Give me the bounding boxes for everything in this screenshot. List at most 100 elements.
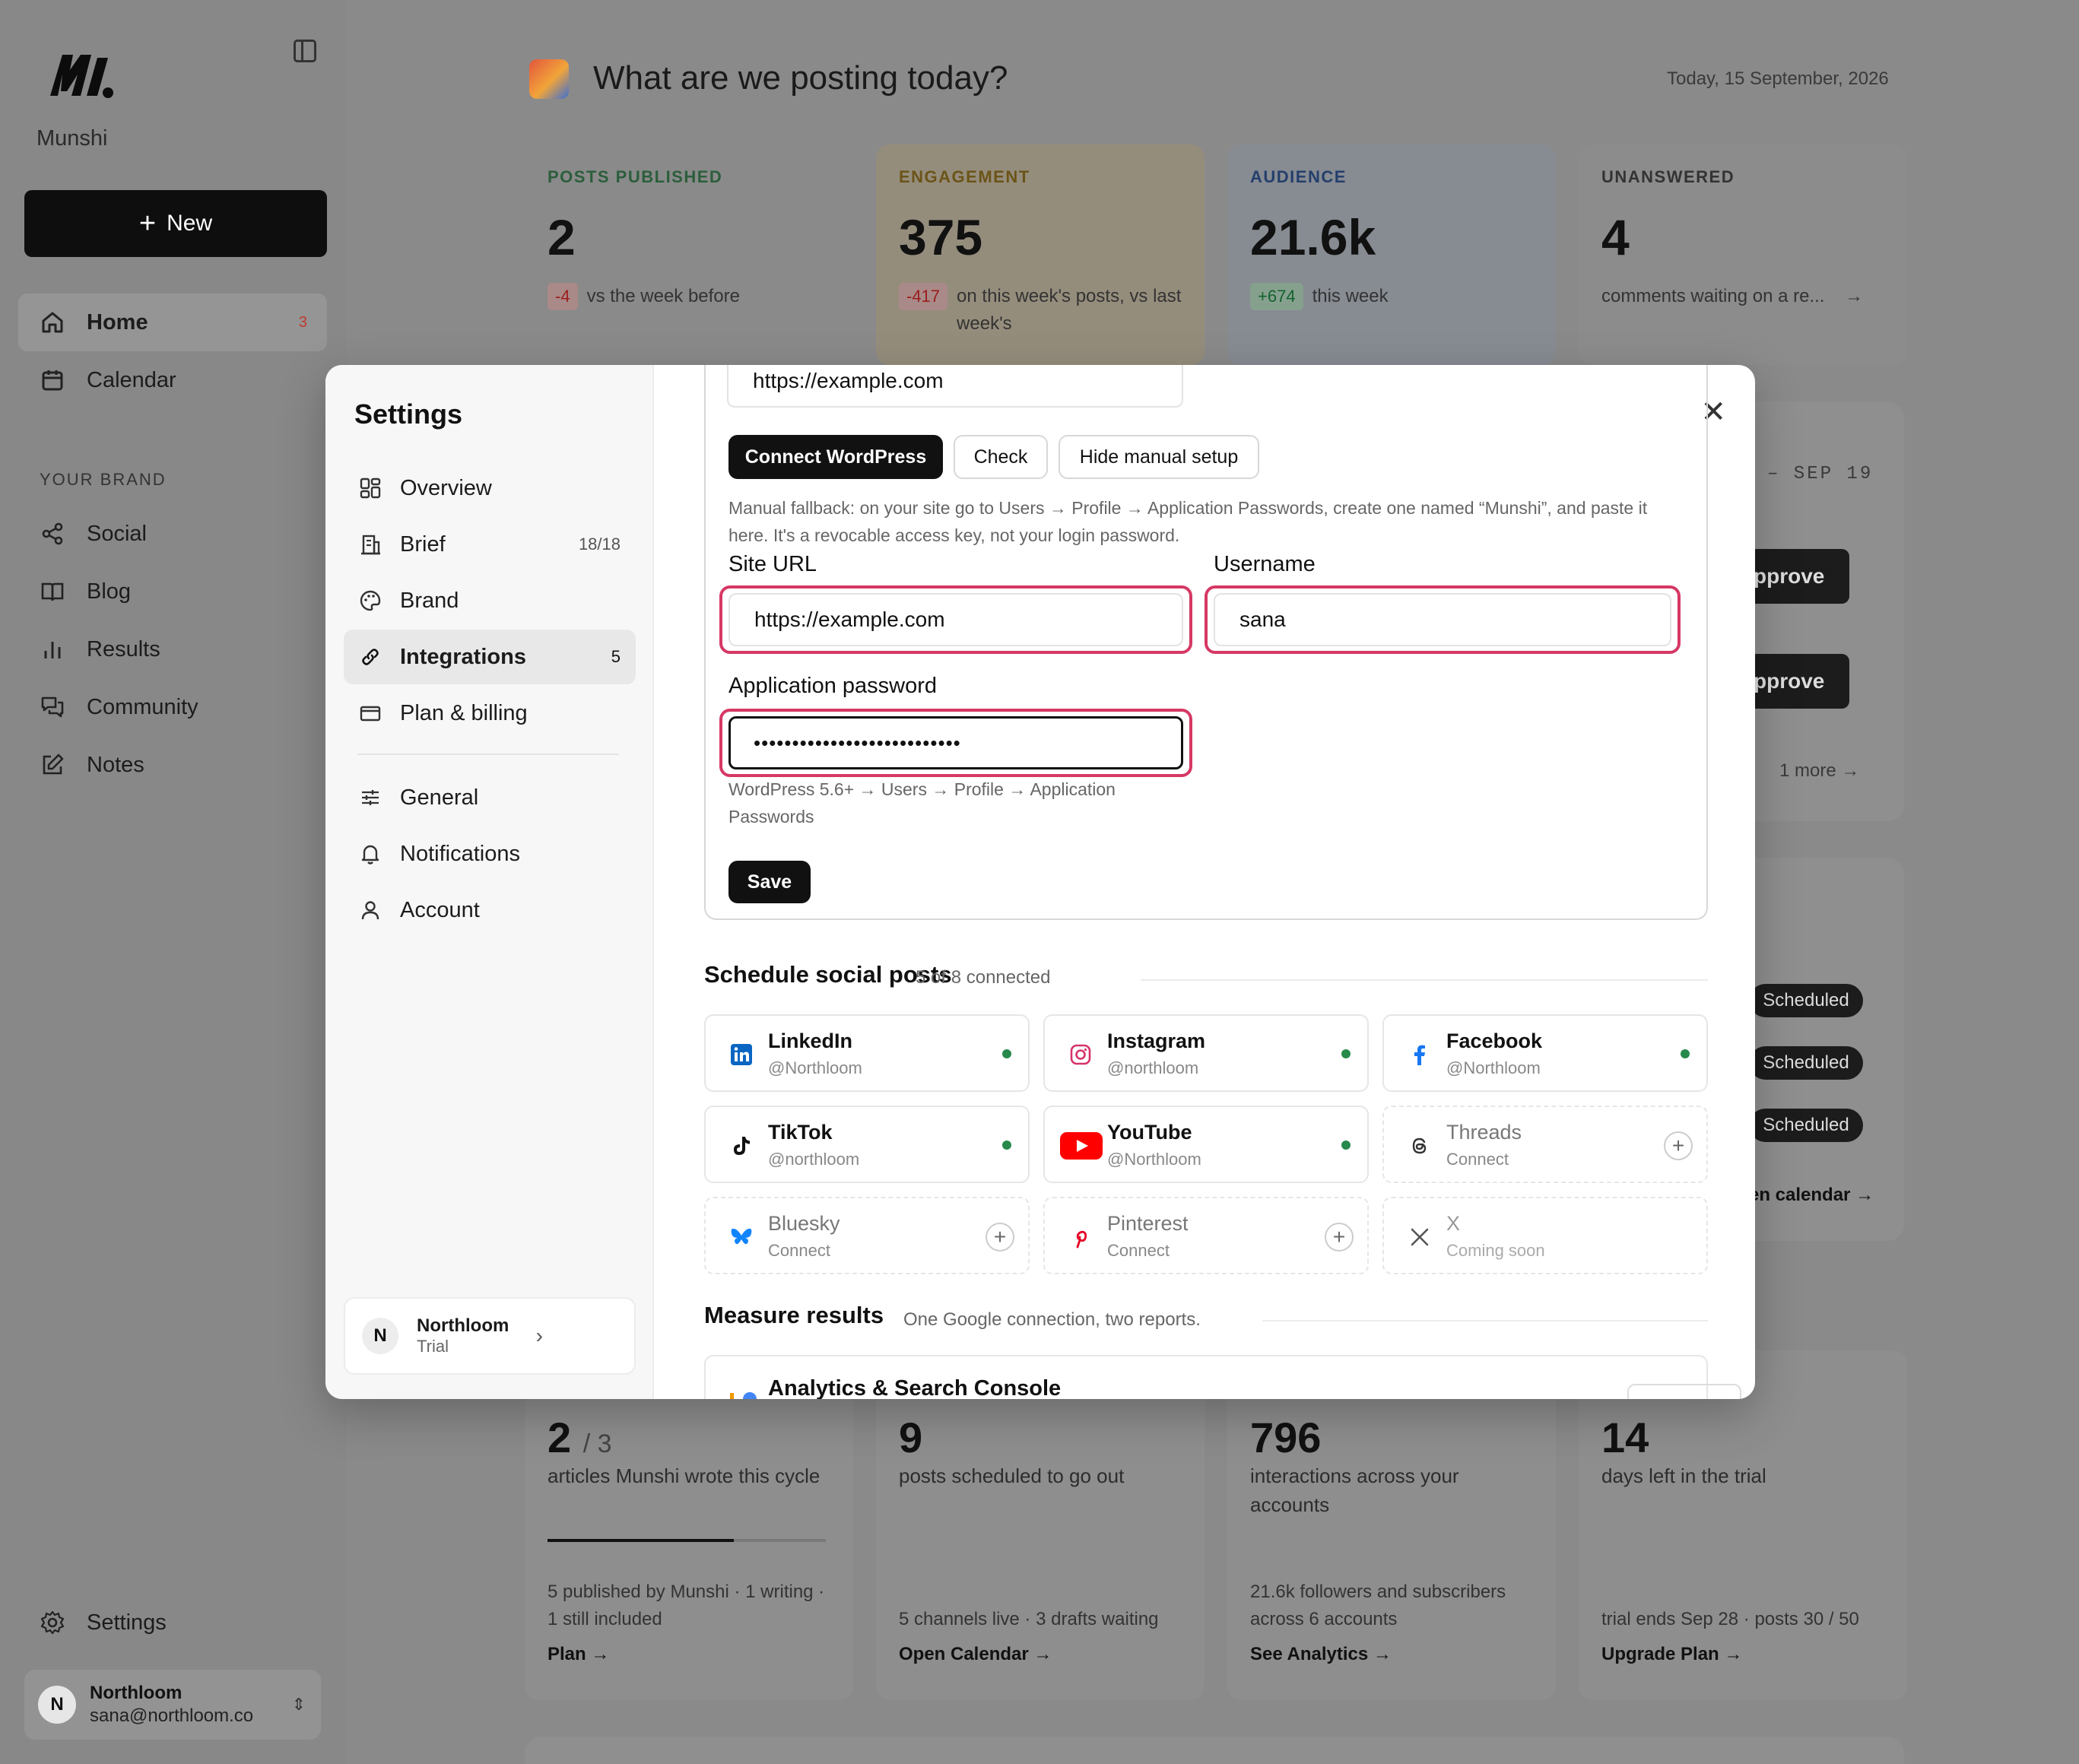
social-connected-count: 5 of 8 connected (916, 967, 1051, 988)
username-input[interactable]: sana (1214, 593, 1671, 646)
open-calendar-link[interactable]: Open Calendar → (899, 1644, 1052, 1665)
workspace-name: Northloom (417, 1315, 509, 1336)
sidebar-item-community[interactable]: Community (18, 678, 327, 736)
sidebar-item-label: Social (87, 521, 147, 546)
stat-note: this week (1312, 286, 1389, 306)
upgrade-plan-link[interactable]: Upgrade Plan → (1601, 1644, 1742, 1665)
integration-instagram[interactable]: Instagram @northloom (1043, 1014, 1369, 1092)
approve-button[interactable]: pprove (1749, 549, 1849, 604)
tiktok-icon (725, 1130, 757, 1162)
plus-icon[interactable]: + (1664, 1131, 1693, 1160)
today-date: Today, 15 September, 2026 (1667, 68, 1889, 89)
stat-card-posts-published: POSTS PUBLISHED 2 -4 vs the week before (525, 144, 853, 365)
sidebar-item-blog[interactable]: Blog (18, 563, 327, 620)
site-url-input[interactable]: https://example.com (728, 593, 1183, 646)
bell-icon (357, 841, 383, 867)
integration-tiktok[interactable]: TikTok @northloom (704, 1106, 1030, 1183)
sidebar-item-calendar[interactable]: Calendar (18, 351, 327, 409)
sidebar-item-social[interactable]: Social (18, 505, 327, 563)
account-switcher[interactable]: N Northloom sana@northloom.co ⇕ (24, 1670, 321, 1740)
home-icon (40, 309, 65, 335)
stat-card-unanswered[interactable]: UNANSWERED 4 comments waiting on a re...… (1579, 144, 1907, 365)
integration-linkedin[interactable]: LinkedIn @Northloom (704, 1014, 1030, 1092)
instagram-icon (1065, 1039, 1097, 1071)
settings-nav-brief[interactable]: Brief 18/18 (344, 517, 636, 572)
workspace-switcher[interactable]: N Northloom Trial › (344, 1297, 636, 1375)
sidebar-item-settings[interactable]: Settings (18, 1594, 327, 1651)
stat-note: comments waiting on a re... (1601, 286, 1825, 306)
chat-bubbles-icon (40, 694, 65, 720)
app-sidebar: Munshi + New Home 3 Calendar YOUR BRAND … (0, 0, 347, 1764)
settings-nav-brand[interactable]: Brand (344, 573, 636, 628)
stat-value: 4 (1601, 209, 1630, 265)
settings-nav-plan-billing[interactable]: Plan & billing (344, 686, 636, 741)
integration-handle: @Northloom (768, 1058, 862, 1077)
user-email: sana@northloom.co (90, 1705, 254, 1726)
status-badge: Scheduled (1749, 1109, 1863, 1142)
integration-x: X Coming soon (1382, 1197, 1708, 1274)
sidebar-item-results[interactable]: Results (18, 620, 327, 678)
settings-nav-label: Integrations (400, 644, 526, 669)
integration-pinterest[interactable]: Pinterest Connect + (1043, 1197, 1369, 1274)
more-link[interactable]: 1 more → (1779, 760, 1859, 782)
connected-status-dot (1681, 1049, 1690, 1058)
site-url-input-top[interactable]: https://example.com (727, 365, 1183, 408)
articles-progress-fill (548, 1539, 735, 1542)
card-foot: 5 published by Munshi · 1 writing · 1 st… (548, 1582, 825, 1629)
integration-threads[interactable]: Threads Connect + (1382, 1106, 1708, 1183)
sidebar-item-label: Results (87, 636, 160, 662)
bar-chart-icon (40, 636, 65, 662)
connected-status-dot (1341, 1049, 1351, 1058)
stat-label: POSTS PUBLISHED (548, 167, 723, 186)
check-button[interactable]: Check (954, 435, 1048, 479)
sidebar-item-home[interactable]: Home 3 (18, 293, 327, 351)
see-analytics-link[interactable]: See Analytics → (1250, 1644, 1392, 1665)
workspace-plan: Trial (417, 1337, 449, 1356)
page-title: What are we posting today? (593, 59, 1008, 97)
sidebar-item-notes[interactable]: Notes (18, 736, 327, 794)
approve-button[interactable]: pprove (1749, 654, 1849, 709)
plus-icon[interactable]: + (986, 1223, 1014, 1252)
settings-nav-divider (357, 754, 619, 755)
grid-icon (357, 475, 383, 501)
credit-card-icon (357, 700, 383, 726)
facebook-icon (1404, 1039, 1436, 1071)
stat-label: AUDIENCE (1250, 167, 1347, 186)
edit-note-icon (40, 752, 65, 778)
settings-nav-overview[interactable]: Overview (344, 461, 636, 516)
integration-handle: @Northloom (1107, 1150, 1201, 1169)
hide-manual-setup-button[interactable]: Hide manual setup (1059, 435, 1259, 479)
integration-youtube[interactable]: YouTube @Northloom (1043, 1106, 1369, 1183)
stat-value: 375 (899, 209, 983, 265)
plus-icon[interactable]: + (1325, 1223, 1354, 1252)
settings-nav-general[interactable]: General (344, 770, 636, 825)
save-button[interactable]: Save (728, 861, 811, 903)
manual-fallback-help: Manual fallback: on your site go to User… (728, 498, 1648, 545)
open-calendar-link[interactable]: en calendar → (1749, 1185, 1874, 1206)
integration-bluesky[interactable]: Bluesky Connect + (704, 1197, 1030, 1274)
plan-link[interactable]: Plan → (548, 1644, 609, 1665)
sidebar-item-label: Community (87, 694, 198, 719)
avatar: N (362, 1318, 398, 1354)
collapse-sidebar-icon[interactable] (294, 40, 316, 62)
sidebar-item-label: Home (87, 309, 148, 335)
settings-nav-notifications[interactable]: Notifications (344, 826, 636, 881)
x-icon (1404, 1221, 1436, 1253)
sliders-icon (357, 785, 383, 811)
new-button[interactable]: + New (24, 190, 327, 257)
integration-facebook[interactable]: Facebook @Northloom (1382, 1014, 1708, 1092)
stat-delta: -417 (899, 283, 948, 310)
settings-sidebar: Settings Overview Brief 18/18 Brand Inte… (325, 365, 654, 1399)
application-password-label: Application password (728, 674, 938, 698)
settings-nav-integrations[interactable]: Integrations 5 (344, 630, 636, 684)
articles-total: / 3 (582, 1429, 612, 1458)
connect-google-button[interactable] (1627, 1384, 1741, 1399)
stat-label: UNANSWERED (1601, 167, 1735, 186)
application-password-input[interactable]: ••••••••••••••••••••••••••• (728, 716, 1183, 769)
settings-nav-account[interactable]: Account (344, 883, 636, 938)
connect-wordpress-button[interactable]: Connect WordPress (728, 435, 943, 479)
book-icon (40, 579, 65, 604)
integration-handle: Connect (1107, 1241, 1170, 1260)
arrow-right-icon: → (1845, 286, 1864, 306)
settings-nav-label: Plan & billing (400, 700, 528, 725)
